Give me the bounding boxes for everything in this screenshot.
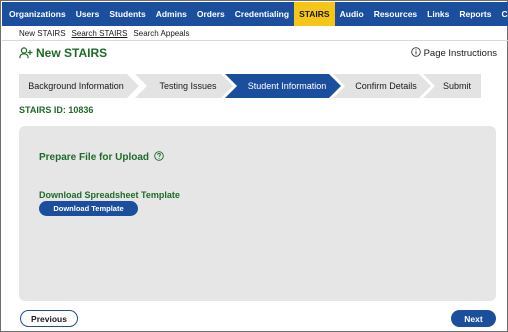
nav-students[interactable]: Students: [104, 2, 150, 26]
nav-audio[interactable]: Audio: [335, 2, 369, 26]
nav-credentialing[interactable]: Credentialing: [230, 2, 294, 26]
panel-heading: Prepare File for Upload: [39, 148, 164, 166]
app-window: Organizations Users Students Admins Orde…: [0, 0, 508, 332]
nav-orders[interactable]: Orders: [192, 2, 230, 26]
add-user-icon: [19, 47, 33, 59]
step-submit[interactable]: Submit: [423, 74, 481, 98]
nav-organizations[interactable]: Organizations: [2, 2, 71, 26]
nav-resources[interactable]: Resources: [369, 2, 422, 26]
subnav-search-stairs[interactable]: Search STAIRS: [69, 26, 131, 41]
page-instructions-link[interactable]: Page Instructions: [410, 44, 497, 62]
step-student-information[interactable]: Student Information: [225, 74, 341, 98]
step-background-information[interactable]: Background Information: [19, 74, 139, 98]
nav-stairs[interactable]: STAIRS: [294, 2, 335, 26]
panel-heading-text: Prepare File for Upload: [39, 151, 150, 163]
next-button[interactable]: Next: [451, 310, 496, 327]
nav-users[interactable]: Users: [71, 2, 105, 26]
info-circle-icon: [410, 44, 421, 62]
stairs-id: STAIRS ID: 10836: [19, 105, 94, 115]
page-instructions-label: Page Instructions: [423, 47, 497, 59]
nav-reports[interactable]: Reports: [454, 2, 496, 26]
subnav-search-appeals[interactable]: Search Appeals: [130, 26, 192, 41]
sub-navigation: New STAIRS Search STAIRS Search Appeals: [2, 26, 508, 41]
previous-button[interactable]: Previous: [20, 310, 78, 327]
upload-panel: Prepare File for Upload Download Spreads…: [19, 126, 496, 301]
download-template-button[interactable]: Download Template: [39, 201, 138, 216]
top-navigation: Organizations Users Students Admins Orde…: [2, 2, 508, 26]
subnav-new-stairs[interactable]: New STAIRS: [2, 26, 69, 41]
question-circle-icon[interactable]: [154, 148, 164, 166]
download-template-label: Download Spreadsheet Template: [39, 190, 180, 200]
nav-links[interactable]: Links: [422, 2, 454, 26]
step-testing-issues[interactable]: Testing Issues: [135, 74, 233, 98]
wizard-steps: Background Information Testing Issues St…: [19, 74, 481, 98]
page-title-text: New STAIRS: [36, 46, 108, 60]
nav-admins[interactable]: Admins: [151, 2, 192, 26]
page-header: New STAIRS Page Instructions: [19, 45, 497, 61]
step-confirm-details[interactable]: Confirm Details: [333, 74, 431, 98]
nav-cars[interactable]: CARS: [496, 2, 508, 26]
page-title: New STAIRS: [19, 46, 107, 60]
